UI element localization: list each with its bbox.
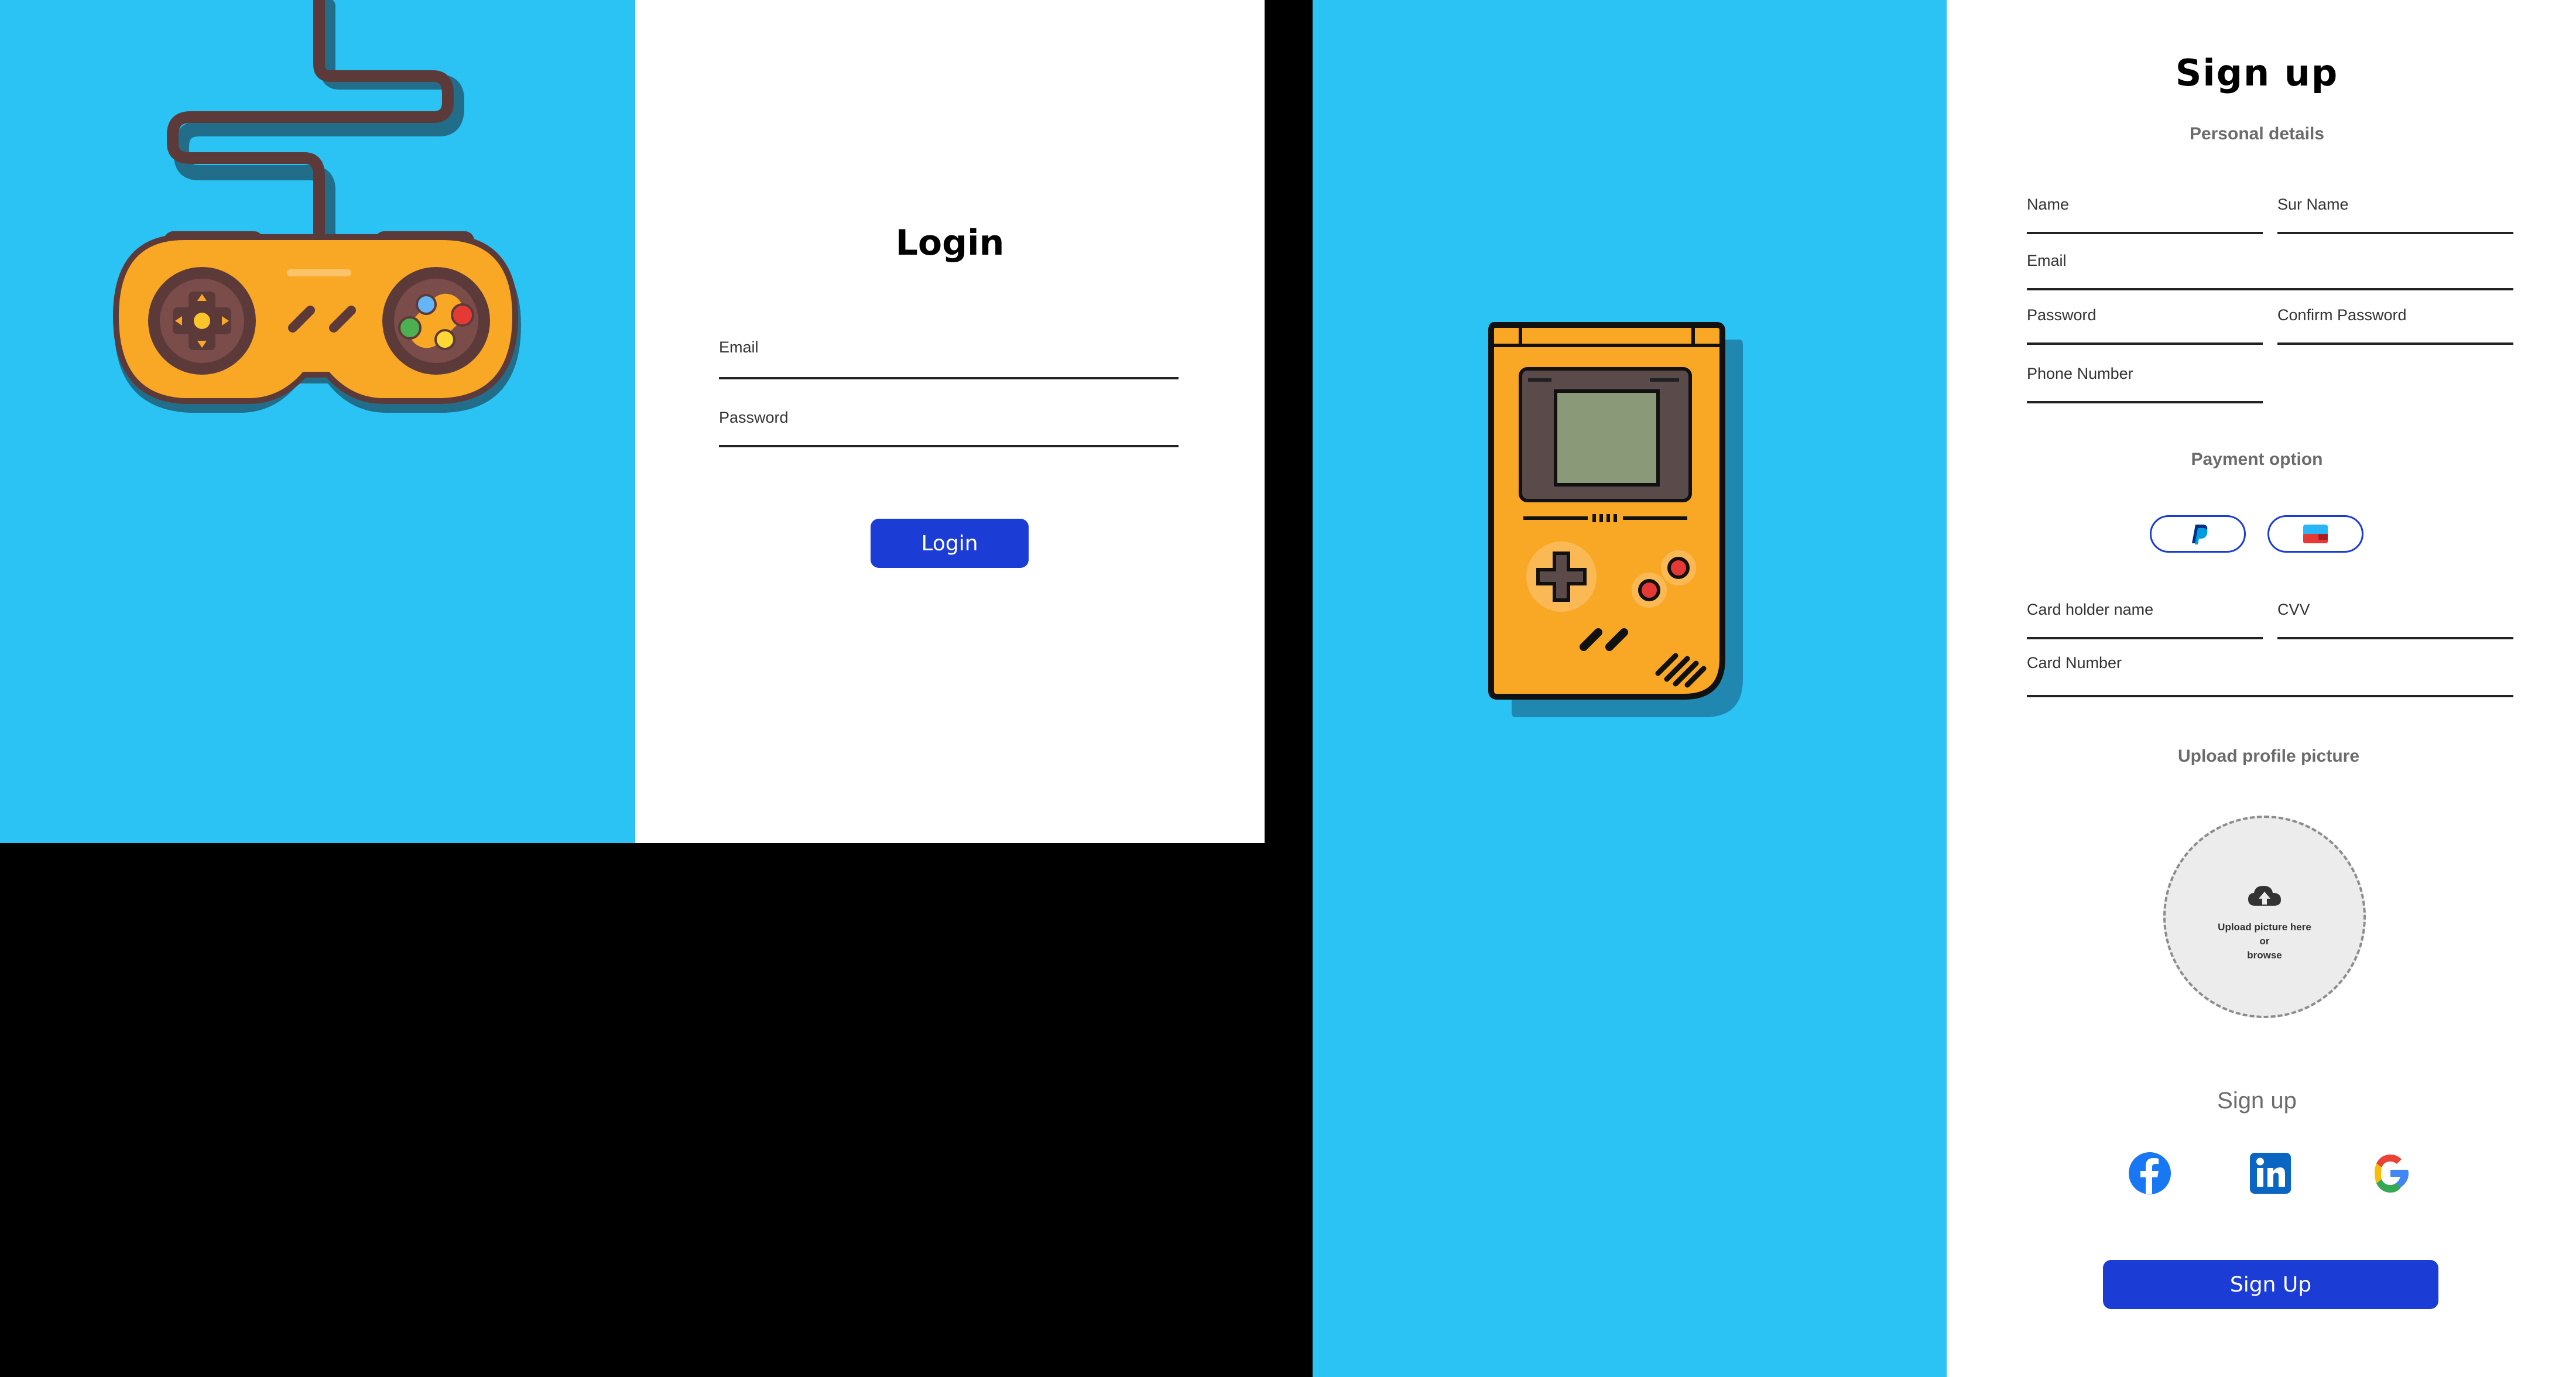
paypal-icon <box>2192 525 2208 544</box>
login-email-label: Email <box>719 338 759 356</box>
upload-picture-dropzone[interactable]: Upload picture here or browse <box>2163 816 2366 1018</box>
upload-browse-link[interactable]: browse <box>2166 948 2363 962</box>
google-signup-button[interactable] <box>2368 1150 2413 1196</box>
card-option-button[interactable] <box>2267 515 2363 553</box>
name-label: Name <box>2027 196 2070 213</box>
personal-details-heading: Personal details <box>2189 124 2325 143</box>
login-illustration-panel <box>0 0 635 843</box>
login-title: Login <box>895 222 1005 263</box>
facebook-icon <box>2129 1152 2171 1194</box>
confirm-password-label: Confirm Password <box>2277 306 2407 324</box>
linkedin-signup-button[interactable] <box>2248 1150 2293 1196</box>
upload-instructions: Upload picture here or browse <box>2166 920 2363 962</box>
sign-up-button[interactable]: Sign Up <box>2103 1260 2438 1309</box>
paypal-option-button[interactable] <box>2150 515 2246 553</box>
password-field[interactable]: Password <box>2027 306 2263 345</box>
upload-profile-heading: Upload profile picture <box>2177 746 2360 766</box>
card-number-label: Card Number <box>2027 654 2122 672</box>
login-button[interactable]: Login <box>871 519 1029 568</box>
payment-option-heading: Payment option <box>2191 450 2323 469</box>
phone-number-field[interactable]: Phone Number <box>2027 365 2263 403</box>
phone-number-label: Phone Number <box>2027 365 2133 382</box>
card-number-field[interactable]: Card Number <box>2027 654 2513 697</box>
cvv-field[interactable]: CVV <box>2277 601 2513 639</box>
signup-title: Sign up <box>2175 52 2339 94</box>
upload-line-1: Upload picture here <box>2218 922 2311 933</box>
google-icon <box>2375 1155 2409 1193</box>
login-password-label: Password <box>719 409 789 426</box>
game-controller-illustration <box>112 0 521 413</box>
handheld-console-illustration <box>1488 322 1743 717</box>
surname-field[interactable]: Sur Name <box>2277 196 2513 234</box>
card-holder-name-field[interactable]: Card holder name <box>2027 601 2263 639</box>
login-email-field[interactable]: Email <box>719 338 1179 379</box>
facebook-signup-button[interactable] <box>2127 1150 2173 1196</box>
email-field[interactable]: Email <box>2027 252 2513 290</box>
card-holder-name-label: Card holder name <box>2027 601 2154 618</box>
cloud-upload-icon <box>2248 886 2281 906</box>
upload-line-2: or <box>2259 936 2270 947</box>
card-icon <box>2303 525 2328 543</box>
login-form-panel: Login Email Password Login <box>635 0 1265 843</box>
password-label: Password <box>2027 306 2097 324</box>
name-field[interactable]: Name <box>2027 196 2263 234</box>
linkedin-icon <box>2250 1153 2291 1194</box>
email-label: Email <box>2027 252 2067 269</box>
signup-form-panel: Sign up Personal details Name Sur Name E… <box>1947 0 2576 1377</box>
confirm-password-field[interactable]: Confirm Password <box>2277 306 2513 345</box>
surname-label: Sur Name <box>2277 196 2349 213</box>
signup-illustration-panel <box>1313 0 1947 1377</box>
login-password-field[interactable]: Password <box>719 409 1179 447</box>
social-signup-heading: Sign up <box>2217 1088 2297 1114</box>
cvv-label: CVV <box>2277 601 2310 618</box>
